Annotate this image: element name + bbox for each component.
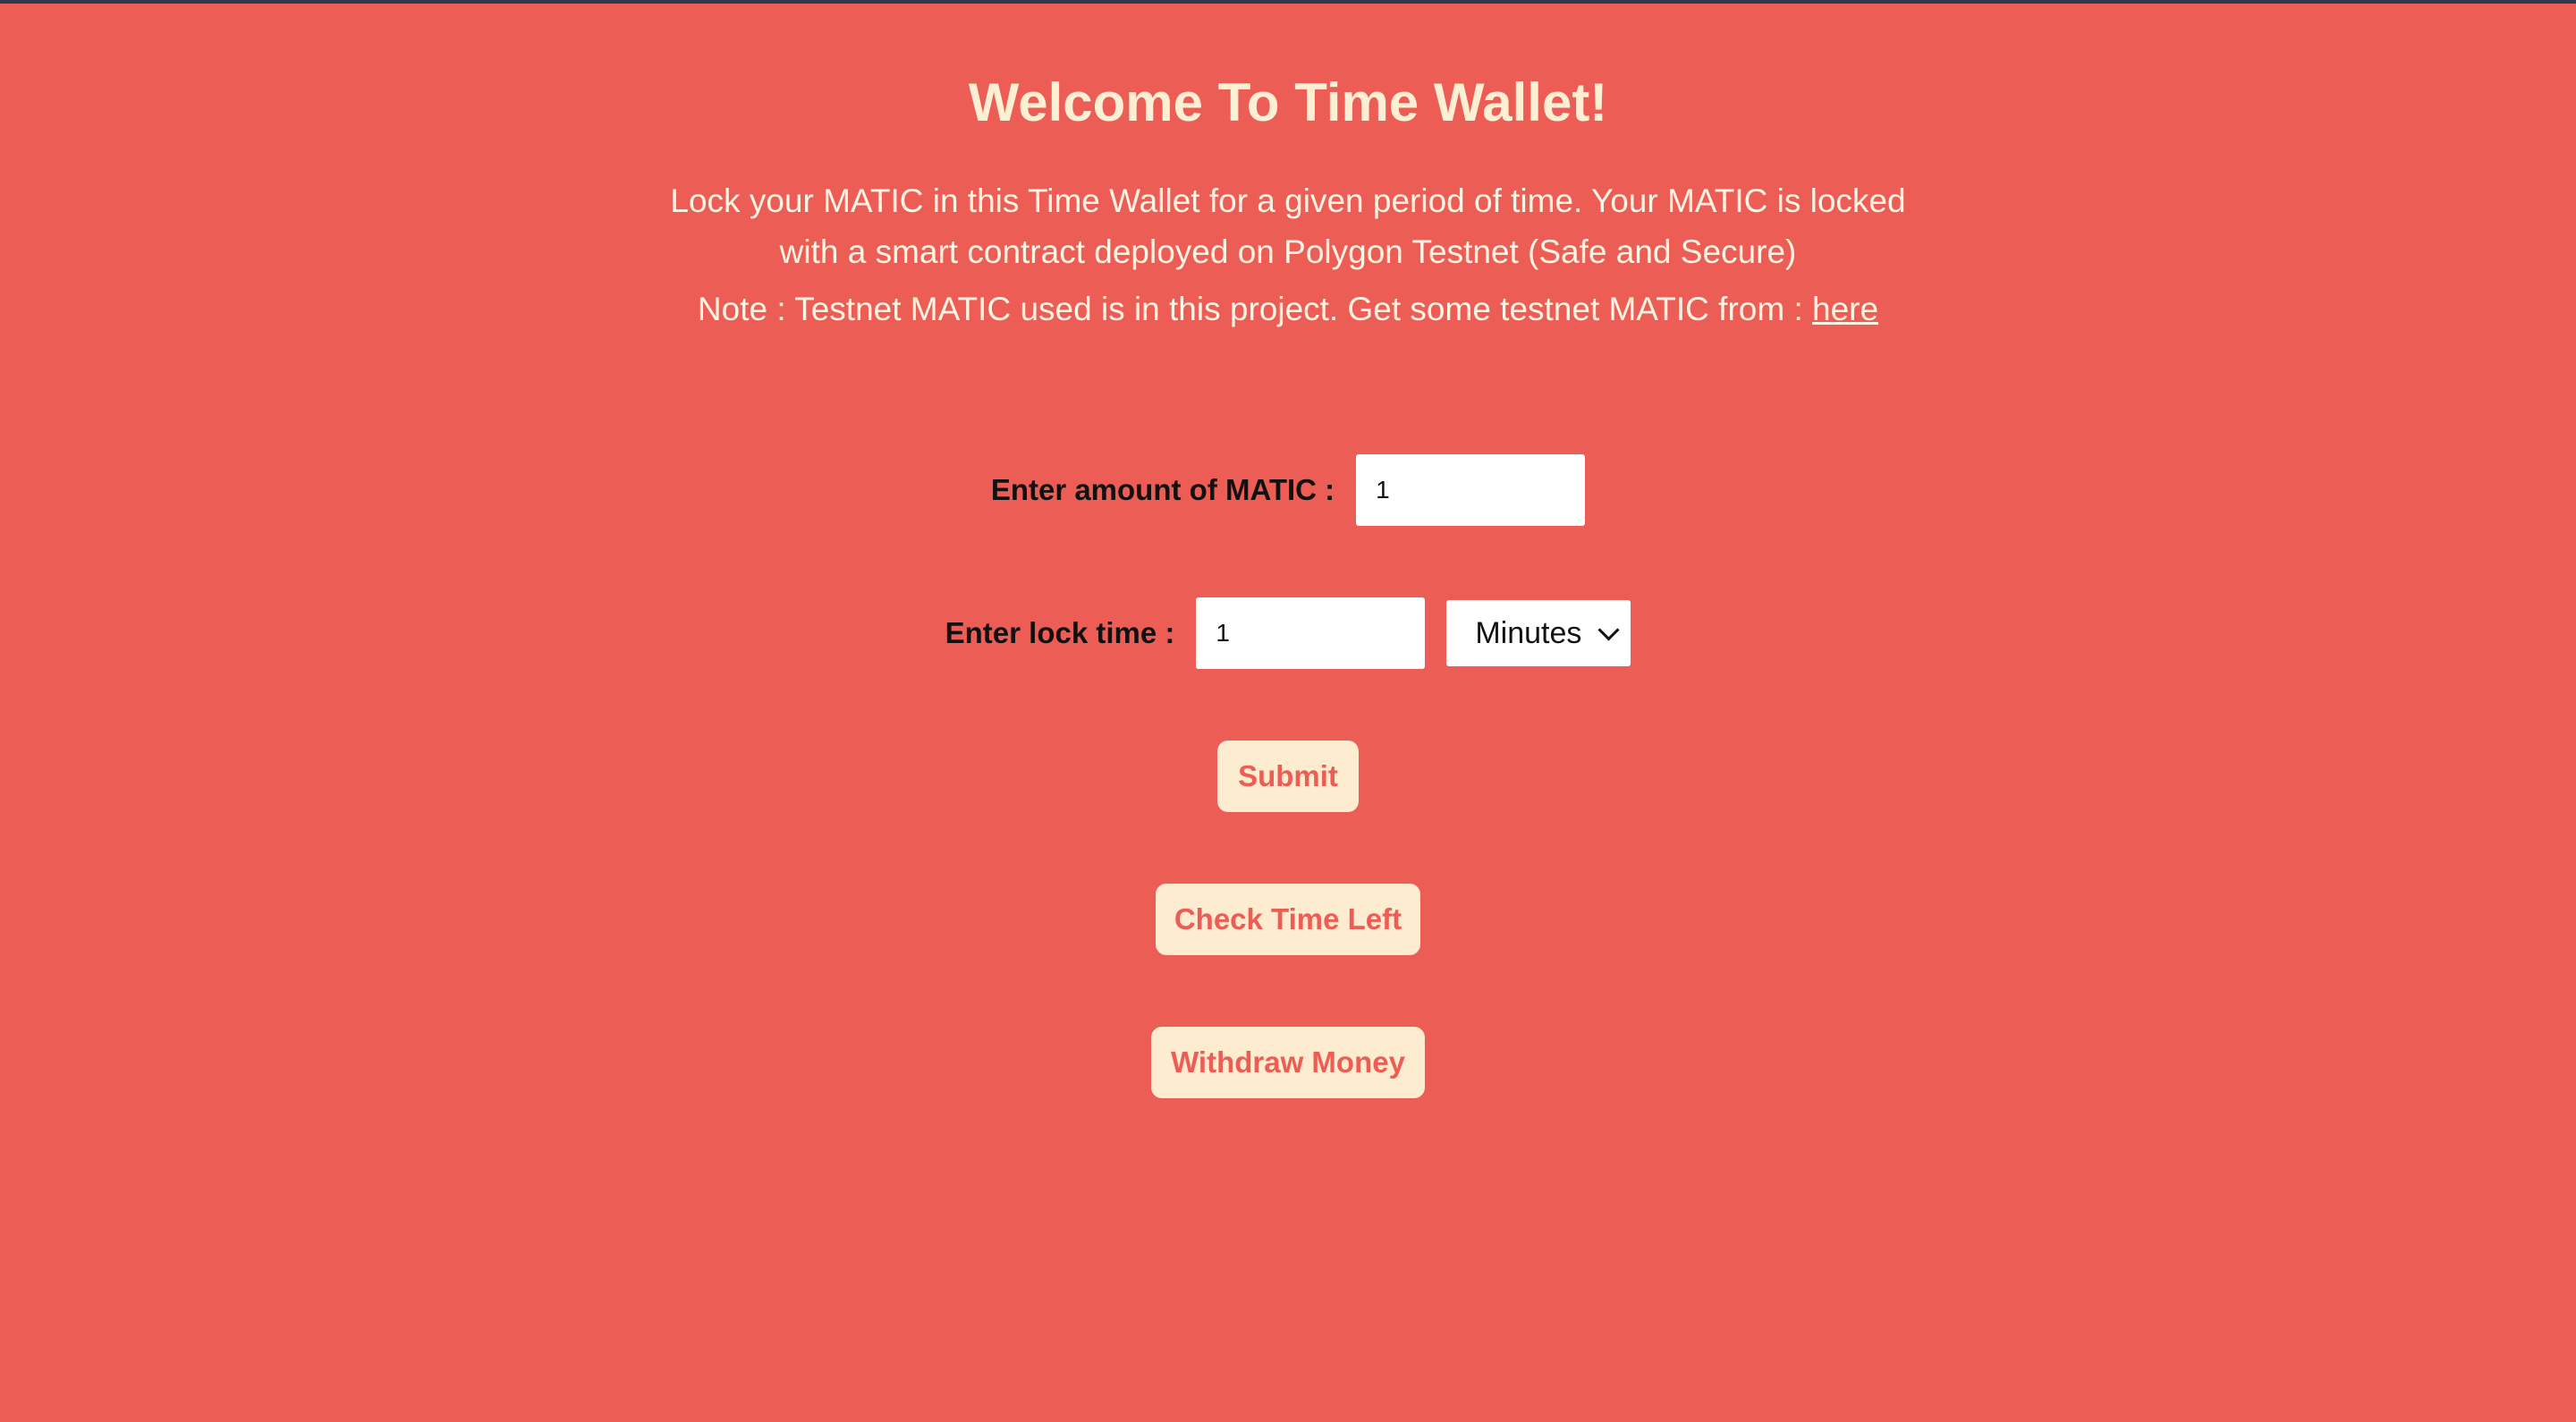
lock-time-label: Enter lock time : (945, 616, 1175, 649)
check-time-left-button[interactable]: Check Time Left (1156, 884, 1420, 955)
page-title: Welcome To Time Wallet! (968, 72, 1608, 132)
withdraw-money-button[interactable]: Withdraw Money (1151, 1027, 1425, 1098)
time-unit-select[interactable]: Minutes (1446, 600, 1631, 666)
intro-text: Lock your MATIC in this Time Wallet for … (670, 182, 1906, 270)
chevron-down-icon (1597, 618, 1620, 641)
testnet-faucet-link[interactable]: here (1812, 291, 1878, 327)
note-label: Note : Testnet MATIC used is in this pro… (697, 291, 1813, 327)
amount-input[interactable] (1356, 454, 1586, 526)
amount-label: Enter amount of MATIC : (990, 473, 1335, 506)
amount-row: Enter amount of MATIC : (0, 454, 2576, 526)
time-unit-selected: Minutes (1475, 615, 1582, 650)
top-border (0, 0, 2576, 4)
lock-time-input[interactable] (1196, 597, 1426, 669)
lock-time-row: Enter lock time : Minutes (0, 597, 2576, 669)
submit-button[interactable]: Submit (1217, 741, 1359, 812)
note-text: Note : Testnet MATIC used is in this pro… (0, 291, 2576, 328)
